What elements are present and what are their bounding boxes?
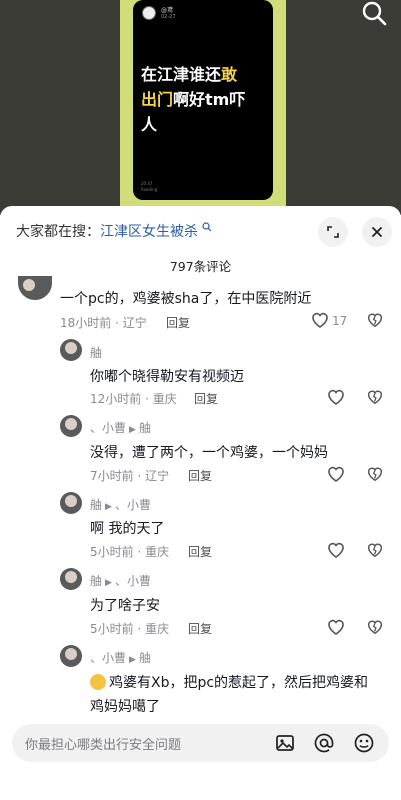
- broken-heart-icon[interactable]: [366, 388, 384, 406]
- reply-target: 、小曹: [114, 498, 151, 512]
- video-footer-label: Reading: [141, 187, 158, 192]
- expand-icon[interactable]: [318, 217, 348, 247]
- heart-icon[interactable]: [326, 540, 346, 560]
- reply-button[interactable]: 回复: [166, 314, 190, 331]
- play-arrow-icon: ▶: [105, 502, 112, 512]
- reply-target: 舳: [138, 421, 151, 435]
- video-content[interactable]: @鸢 02-27 在江津谁还敢 出门啊好tm吓 人 20:47 Reading: [133, 0, 273, 200]
- comment-text: 一个pc的，鸡婆被sha了，在中医院附近: [60, 291, 312, 307]
- reply-button[interactable]: 回复: [188, 467, 212, 484]
- emoji-icon: [90, 674, 106, 690]
- author-name: 、小曹: [90, 421, 127, 435]
- search-icon[interactable]: [360, 0, 388, 28]
- avatar[interactable]: [60, 415, 82, 437]
- comment-time: 5小时前 · 重庆: [90, 622, 170, 636]
- author-name: 舳: [90, 498, 103, 512]
- image-icon[interactable]: [274, 732, 296, 754]
- avatar[interactable]: [60, 568, 82, 590]
- comment-text-continued: 鸡妈妈噶了: [90, 699, 160, 715]
- heart-icon[interactable]: [326, 464, 346, 484]
- comment-author[interactable]: 舳 ▶ 、小曹: [90, 496, 151, 513]
- search-icon: [202, 222, 212, 232]
- comment-author[interactable]: 舳: [90, 344, 102, 361]
- comment-time: 18小时前 · 辽宁: [60, 316, 147, 330]
- avatar[interactable]: [60, 492, 82, 514]
- video-date: 02-27: [161, 14, 176, 20]
- reply-button[interactable]: 回复: [194, 390, 218, 407]
- comment-time: 5小时前 · 重庆: [90, 545, 170, 559]
- play-arrow-icon: ▶: [105, 578, 112, 588]
- comment-time: 12小时前 · 重庆: [90, 392, 177, 406]
- hot-search-label: 大家都在搜：: [16, 224, 100, 240]
- comment-sheet: 大家都在搜：江津区女生被杀 797条评论 一个pc的，鸡婆被sha了，在中医院附…: [0, 206, 401, 800]
- comment-text: 鸡婆有Xb，把pc的惹起了，然后把鸡婆和: [90, 672, 368, 692]
- broken-heart-icon[interactable]: [366, 465, 384, 483]
- video-footer-time: 20:47: [141, 181, 153, 186]
- close-icon[interactable]: [362, 217, 392, 247]
- comment-count: 797条评论: [169, 259, 232, 274]
- mention-icon[interactable]: [313, 732, 335, 754]
- comment-time: 7小时前 · 辽宁: [90, 469, 170, 483]
- broken-heart-icon[interactable]: [366, 618, 384, 636]
- comment-input[interactable]: 你最担心哪类出行安全问题: [12, 724, 389, 762]
- broken-heart-icon[interactable]: [366, 311, 384, 329]
- reply-target: 舳: [138, 651, 151, 665]
- comment-text: 你嘟个晓得勒安有视频迈: [90, 369, 244, 385]
- video-author-avatar: [142, 6, 156, 20]
- video-author-name: @鸢: [161, 7, 174, 14]
- comment-author[interactable]: 舳 ▶ 、小曹: [90, 572, 151, 589]
- comment-text: 没得，遭了两个，一个鸡婆，一个妈妈: [90, 445, 328, 461]
- comment-text: 为了啥子安: [90, 598, 160, 614]
- heart-icon[interactable]: [310, 310, 330, 330]
- play-arrow-icon: ▶: [129, 655, 136, 665]
- comment-text: 啊 我的天了: [90, 521, 165, 537]
- play-arrow-icon: ▶: [129, 425, 136, 435]
- reply-button[interactable]: 回复: [188, 620, 212, 637]
- hot-search-bar[interactable]: 大家都在搜：江津区女生被杀: [16, 221, 212, 241]
- author-name: 舳: [90, 574, 103, 588]
- comment-author[interactable]: 、小曹 ▶ 舳: [90, 649, 151, 666]
- emoji-icon[interactable]: [353, 732, 375, 754]
- like-count: 17: [332, 314, 348, 328]
- avatar[interactable]: [60, 339, 82, 361]
- video-headline: 在江津谁还敢 出门啊好tm吓 人: [141, 65, 246, 134]
- comment-input-placeholder: 你最担心哪类出行安全问题: [25, 738, 182, 753]
- author-name: 、小曹: [90, 651, 127, 665]
- avatar[interactable]: [60, 645, 82, 667]
- broken-heart-icon[interactable]: [366, 541, 384, 559]
- heart-icon[interactable]: [326, 617, 346, 637]
- avatar[interactable]: [18, 276, 52, 300]
- comment-author[interactable]: 、小曹 ▶ 舳: [90, 419, 151, 436]
- reply-target: 、小曹: [114, 574, 151, 588]
- reply-button[interactable]: 回复: [188, 543, 212, 560]
- heart-icon[interactable]: [326, 387, 346, 407]
- hot-search-term[interactable]: 江津区女生被杀: [100, 224, 198, 240]
